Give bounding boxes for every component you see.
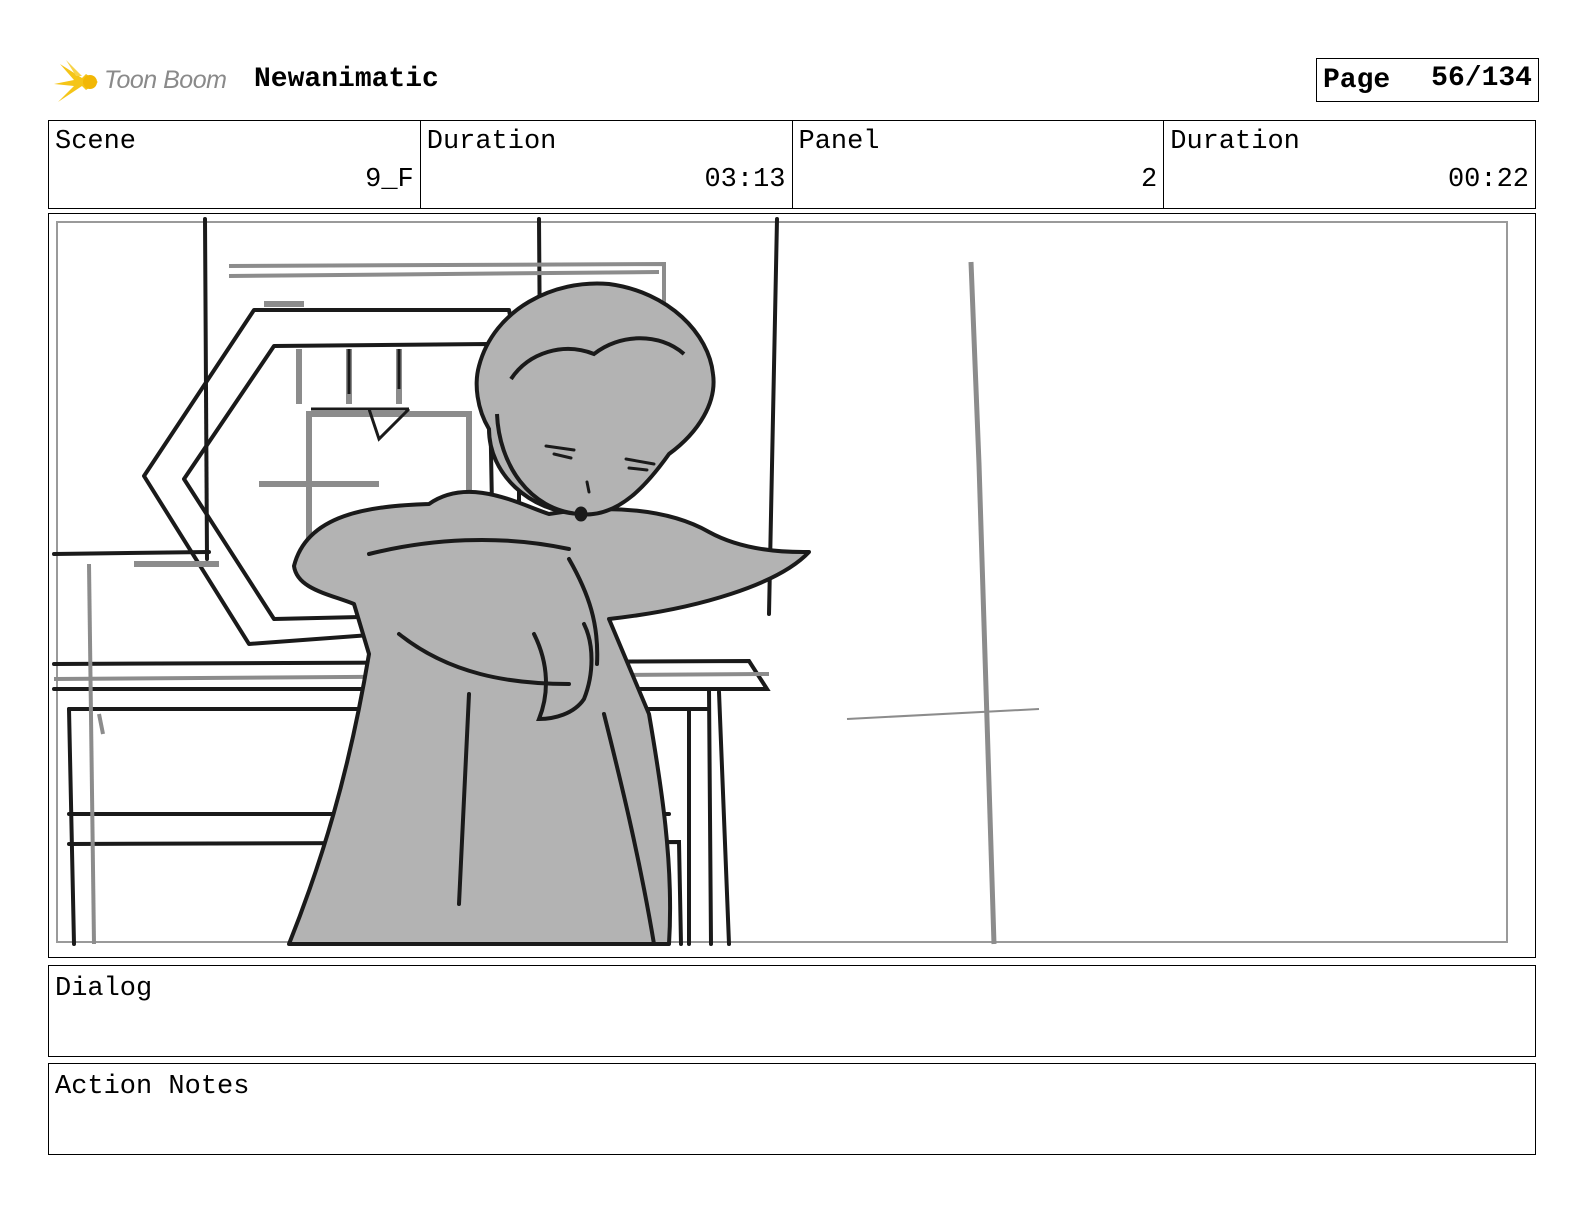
panel-duration-cell: Duration 00:22 [1164, 121, 1535, 208]
scene-cell: Scene 9_F [49, 121, 421, 208]
page-indicator: Page 56/134 [1316, 58, 1539, 102]
panel-duration-label: Duration [1170, 127, 1300, 157]
scene-value: 9_F [365, 165, 414, 195]
dialog-box: Dialog [48, 965, 1536, 1057]
dialog-label: Dialog [55, 974, 153, 1004]
action-notes-label: Action Notes [55, 1072, 250, 1102]
panel-duration-value: 00:22 [1447, 165, 1529, 195]
scene-duration-value: 03:13 [704, 165, 786, 195]
panel-label: Panel [798, 127, 880, 157]
toon-boom-logo: Toon Boom [52, 58, 242, 106]
star-burst-icon [54, 60, 98, 102]
action-notes-box: Action Notes [48, 1063, 1536, 1155]
project-title: Newanimatic [254, 64, 439, 95]
scene-info-row: Scene 9_F Duration 03:13 Panel 2 Duratio… [48, 120, 1536, 209]
scene-duration-label: Duration [426, 127, 557, 157]
header: Toon Boom Newanimatic Page 56/134 [52, 56, 1539, 108]
panel-sketch [52, 217, 1508, 946]
scene-label: Scene [55, 127, 137, 157]
page-label: Page [1323, 65, 1391, 96]
panel-value: 2 [1141, 165, 1158, 195]
scene-duration-cell: Duration 03:13 [421, 121, 793, 208]
panel-cell: Panel 2 [793, 121, 1165, 208]
logo-text: Toon Boom [104, 66, 227, 94]
page-value: 56/134 [1431, 63, 1532, 94]
storyboard-panel [48, 213, 1536, 958]
